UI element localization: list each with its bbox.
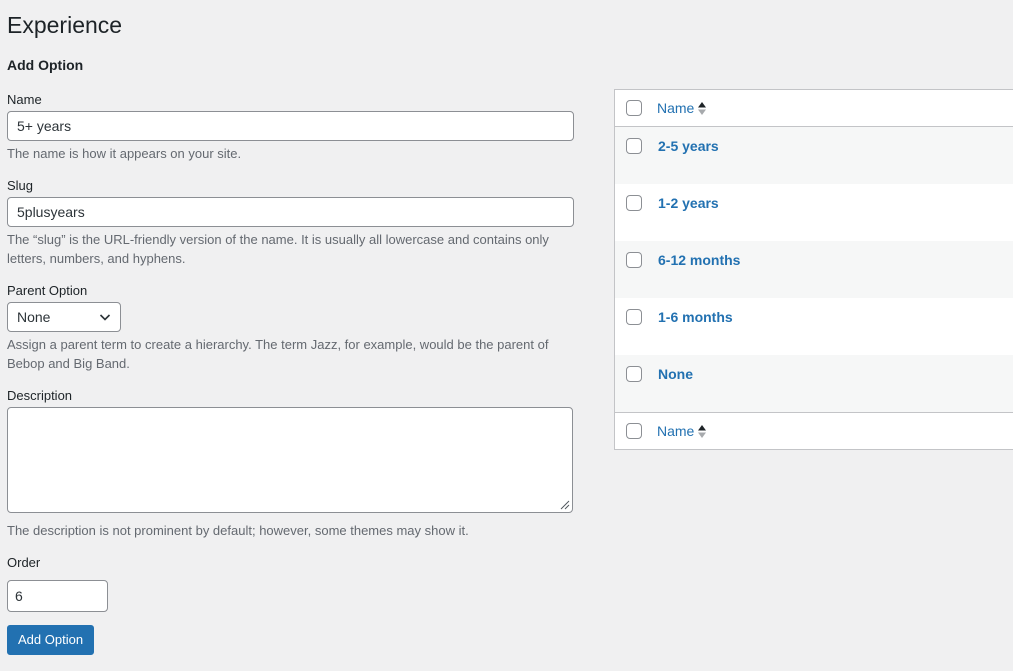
- term-name-link[interactable]: None: [658, 365, 693, 383]
- name-column-footer[interactable]: Name: [657, 423, 707, 439]
- description-label: Description: [7, 387, 73, 403]
- order-label: Order: [7, 555, 41, 570]
- row-checkbox[interactable]: [626, 195, 642, 211]
- term-name-link[interactable]: 1-6 months: [658, 308, 733, 326]
- parent-select-value: None: [17, 308, 51, 325]
- chevron-down-icon: [99, 313, 111, 321]
- table-row: 6-12 months: [615, 241, 1013, 298]
- term-name-link[interactable]: 1-2 years: [658, 194, 719, 212]
- name-label: Name: [7, 92, 42, 107]
- parent-label: Parent Option: [7, 282, 88, 298]
- table-row: None: [615, 355, 1013, 412]
- name-column-footer-label: Name: [657, 423, 695, 439]
- slug-input[interactable]: 5plusyears: [7, 196, 574, 227]
- term-name-link[interactable]: 6-12 months: [658, 251, 740, 269]
- row-checkbox[interactable]: [626, 309, 642, 325]
- order-input[interactable]: 6: [7, 580, 108, 612]
- sort-arrows-icon: [698, 424, 707, 438]
- slug-label: Slug: [7, 177, 34, 193]
- row-checkbox[interactable]: [626, 138, 642, 154]
- slug-field-group: Slug 5plusyears The “slug” is the URL-fr…: [7, 177, 574, 269]
- description-textarea[interactable]: [7, 406, 573, 513]
- page: Experience Add Option Name 5+ years The …: [0, 0, 1013, 671]
- sort-arrows-icon: [698, 101, 707, 115]
- row-checkbox[interactable]: [626, 366, 642, 382]
- terms-table: Name 2-5 years 1-2 years 6-12 months 1-6…: [614, 89, 1013, 450]
- resize-handle-icon[interactable]: [560, 500, 570, 510]
- add-option-form: Add Option Name 5+ years The name is how…: [7, 56, 574, 655]
- parent-field-group: Parent Option None Assign a parent term …: [7, 282, 574, 374]
- order-field-group: Order 6: [7, 554, 574, 612]
- table-row: 2-5 years: [615, 127, 1013, 184]
- select-all-checkbox[interactable]: [626, 100, 642, 116]
- name-input[interactable]: 5+ years: [7, 111, 574, 141]
- term-name-link[interactable]: 2-5 years: [658, 137, 719, 155]
- select-all-checkbox-footer[interactable]: [626, 423, 642, 439]
- name-field-group: Name 5+ years The name is how it appears…: [7, 91, 574, 164]
- table-row: 1-6 months: [615, 298, 1013, 355]
- table-row: 1-2 years: [615, 184, 1013, 241]
- name-column-header[interactable]: Name: [657, 100, 707, 116]
- parent-help: Assign a parent term to create a hierarc…: [7, 336, 549, 372]
- table-header-row: Name: [615, 90, 1013, 127]
- add-option-button[interactable]: Add Option: [7, 625, 95, 655]
- description-field-group: Description The description is not promi…: [7, 387, 574, 541]
- parent-select[interactable]: None: [7, 301, 121, 332]
- name-help: The name is how it appears on your site.: [7, 146, 242, 161]
- row-checkbox[interactable]: [626, 252, 642, 268]
- page-title: Experience: [7, 12, 123, 38]
- description-help: The description is not prominent by defa…: [7, 522, 469, 538]
- table-footer-row: Name: [615, 412, 1013, 449]
- add-option-heading: Add Option: [7, 57, 84, 73]
- slug-help: The “slug” is the URL-friendly version o…: [7, 231, 549, 267]
- name-column-label: Name: [657, 100, 695, 116]
